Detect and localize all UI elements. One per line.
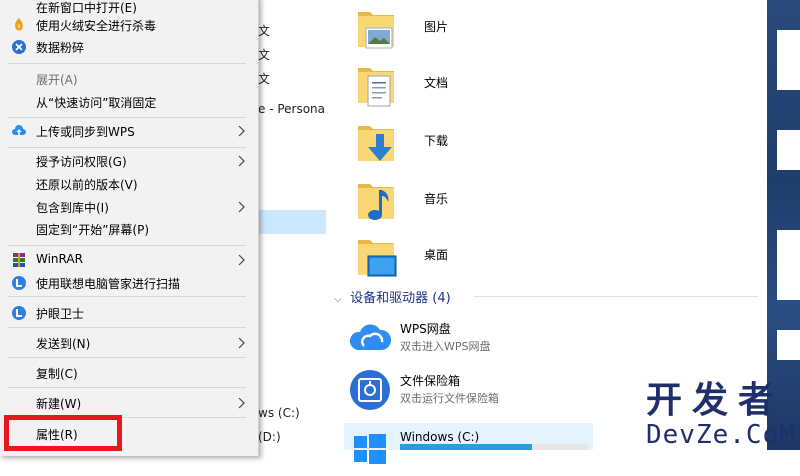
menu-separator bbox=[8, 63, 246, 64]
section-title: 设备和驱动器 (4) bbox=[350, 291, 451, 306]
downloads-folder-icon bbox=[358, 126, 394, 161]
menu-item-grant-access[interactable]: 授予访问权限(G) bbox=[0, 150, 258, 172]
menu-item-new[interactable]: 新建(W) bbox=[0, 392, 258, 414]
drive-desc: 双击进入WPS网盘 bbox=[400, 340, 491, 353]
lenovo-icon bbox=[12, 276, 26, 290]
content-pane: 图片 文档 下载 音乐 桌面 ⌵ 设备和驱动器 (4) WPS网盘 双击进入WP… bbox=[326, 0, 767, 464]
menu-separator bbox=[8, 357, 246, 358]
menu-item-unpin-quick-access[interactable]: 从“快速访问”取消固定 bbox=[0, 91, 258, 113]
lenovo-icon bbox=[12, 306, 26, 320]
desktop-folder-icon bbox=[358, 240, 397, 277]
menu-item-label: 还原以前的版本(V) bbox=[36, 178, 138, 192]
winrar-icon bbox=[13, 253, 25, 267]
menu-separator bbox=[8, 147, 246, 148]
folder-music[interactable]: 音乐 bbox=[350, 178, 550, 230]
drive-windows-c[interactable]: Windows (C:) bbox=[344, 426, 624, 476]
menu-item-lenovo-scan[interactable]: 使用联想电脑管家进行扫描 bbox=[0, 272, 258, 294]
wps-cloud-icon bbox=[349, 324, 392, 350]
drive-name: Windows (C:) bbox=[400, 430, 480, 444]
documents-folder-icon bbox=[358, 68, 394, 107]
menu-item-label: 复制(C) bbox=[36, 367, 78, 381]
folder-label: 图片 bbox=[424, 20, 449, 34]
context-menu: 在新窗口中打开(E) 使用火绒安全进行杀毒 数据粉碎 展开(A) 从“快速访问”… bbox=[0, 0, 259, 456]
nav-item[interactable]: 文 bbox=[258, 22, 270, 39]
menu-item-label: 发送到(N) bbox=[36, 337, 91, 351]
safe-box-icon bbox=[350, 370, 390, 410]
menu-item-restore-versions[interactable]: 还原以前的版本(V) bbox=[0, 173, 258, 195]
menu-item-label: 护眼卫士 bbox=[36, 307, 85, 321]
menu-item-label: 展开(A) bbox=[36, 73, 78, 87]
folder-desktop[interactable]: 桌面 bbox=[350, 234, 550, 286]
menu-separator bbox=[8, 296, 246, 297]
menu-separator bbox=[8, 245, 246, 246]
drive-wps-cloud[interactable]: WPS网盘 双击进入WPS网盘 bbox=[344, 316, 624, 366]
windows-drive-icon bbox=[354, 434, 386, 464]
nav-item-drive-d[interactable]: (D:) bbox=[258, 430, 281, 444]
folder-label: 桌面 bbox=[424, 248, 449, 262]
menu-item-send-to[interactable]: 发送到(N) bbox=[0, 332, 258, 354]
menu-item-label: 新建(W) bbox=[36, 397, 82, 411]
chevron-right-icon bbox=[238, 337, 245, 349]
folder-label: 下载 bbox=[424, 134, 449, 148]
drive-usage-fill bbox=[400, 444, 532, 450]
menu-item-label: 使用联想电脑管家进行扫描 bbox=[36, 277, 181, 291]
menu-item-huorong-scan[interactable]: 使用火绒安全进行杀毒 bbox=[0, 14, 258, 36]
menu-item-label: 上传或同步到WPS bbox=[36, 125, 135, 139]
menu-separator bbox=[8, 117, 246, 118]
folder-label: 音乐 bbox=[424, 192, 449, 206]
drive-desc: 双击运行文件保险箱 bbox=[400, 392, 499, 405]
section-divider bbox=[474, 296, 758, 297]
menu-item-label: 使用火绒安全进行杀毒 bbox=[36, 19, 157, 33]
folder-pictures[interactable]: 图片 bbox=[350, 6, 550, 58]
menu-separator bbox=[8, 387, 246, 388]
menu-item-label: 固定到“开始”屏幕(P) bbox=[36, 223, 150, 237]
drive-usage-bar bbox=[400, 444, 588, 450]
nav-item[interactable]: 文 bbox=[258, 70, 270, 87]
menu-item-label: 授予访问权限(G) bbox=[36, 155, 127, 169]
highlight-box bbox=[4, 415, 122, 451]
drive-name: WPS网盘 bbox=[400, 322, 451, 336]
devices-section-header[interactable]: ⌵ 设备和驱动器 (4) bbox=[334, 287, 451, 306]
background-window-edge bbox=[767, 0, 800, 450]
folder-documents[interactable]: 文档 bbox=[350, 62, 550, 114]
menu-item-label: WinRAR bbox=[36, 252, 83, 266]
folder-downloads[interactable]: 下载 bbox=[350, 120, 550, 172]
drive-safe-box[interactable]: 文件保险箱 双击运行文件保险箱 bbox=[344, 368, 624, 418]
chevron-right-icon bbox=[238, 254, 245, 266]
pictures-folder-icon bbox=[358, 12, 394, 49]
menu-item-data-shred[interactable]: 数据粉碎 bbox=[0, 36, 258, 58]
cloud-upload-icon bbox=[12, 125, 26, 135]
menu-item-label: 从“快速访问”取消固定 bbox=[36, 96, 157, 110]
menu-item-label: 包含到库中(I) bbox=[36, 201, 109, 215]
menu-separator bbox=[8, 327, 246, 328]
chevron-right-icon bbox=[238, 125, 245, 137]
shredder-icon bbox=[12, 40, 26, 54]
drive-name: 文件保险箱 bbox=[400, 374, 461, 388]
nav-selected-row[interactable] bbox=[258, 210, 326, 234]
menu-item-pin-start[interactable]: 固定到“开始”屏幕(P) bbox=[0, 218, 258, 240]
nav-item[interactable]: 文 bbox=[258, 46, 270, 63]
menu-item-eye-care[interactable]: 护眼卫士 bbox=[0, 302, 258, 324]
huorong-shield-icon bbox=[15, 18, 23, 31]
menu-item-include-library[interactable]: 包含到库中(I) bbox=[0, 196, 258, 218]
nav-item-onedrive[interactable]: e - Personal bbox=[258, 102, 328, 116]
menu-item-winrar[interactable]: WinRAR bbox=[0, 249, 258, 271]
chevron-right-icon bbox=[238, 155, 245, 167]
chevron-down-icon: ⌵ bbox=[334, 294, 342, 305]
folder-label: 文档 bbox=[424, 76, 449, 90]
menu-item-label: 数据粉碎 bbox=[36, 41, 85, 55]
music-folder-icon bbox=[358, 184, 394, 220]
menu-item-expand: 展开(A) bbox=[0, 68, 258, 90]
nav-item-drive-c[interactable]: ws (C:) bbox=[258, 406, 300, 420]
chevron-right-icon bbox=[238, 397, 245, 409]
chevron-right-icon bbox=[238, 201, 245, 213]
menu-item-wps-upload[interactable]: 上传或同步到WPS bbox=[0, 120, 258, 142]
menu-item-copy[interactable]: 复制(C) bbox=[0, 362, 258, 384]
